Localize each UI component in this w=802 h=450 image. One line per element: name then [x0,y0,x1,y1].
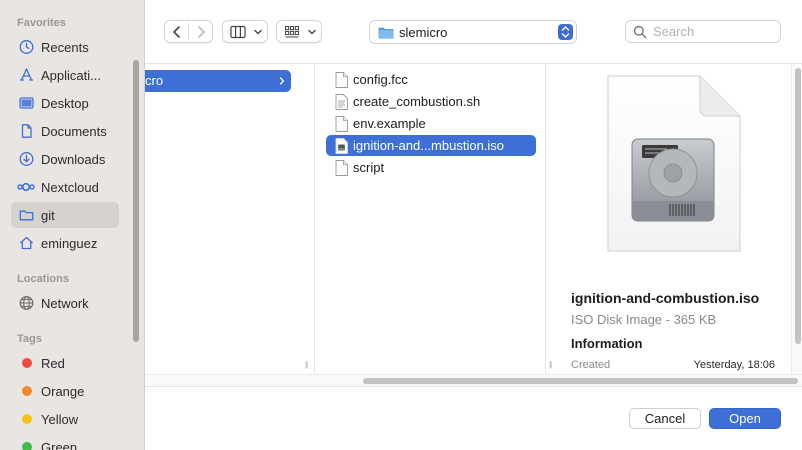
nav-divider [188,23,189,40]
sidebar-item-desktop[interactable]: Desktop [11,90,119,116]
sidebar-item-label: Recents [41,39,89,55]
clock-icon [19,40,34,54]
list-item[interactable]: script [326,157,536,178]
sidebar-item-applications[interactable]: Applicati... [11,62,119,88]
path-stepper[interactable] [558,24,573,40]
nextcloud-icon [17,182,35,192]
tag-dot [22,358,32,368]
scroll-thumb[interactable] [363,378,798,384]
chevron-left-icon[interactable] [171,25,183,39]
sidebar-tag-orange[interactable]: Orange [11,378,119,404]
path-popup[interactable]: slemicro [369,20,577,44]
applications-icon [19,68,34,81]
preview-file-name: ignition-and-combustion.iso [571,290,760,306]
tag-dot [22,414,32,424]
folder-name: cro [145,73,164,88]
disk-image-file-icon [335,138,348,154]
sidebar-item-label: Desktop [41,95,89,111]
toolbar: slemicro [145,0,802,64]
chevron-down-icon [308,29,316,35]
list-item[interactable]: config.fcc [326,69,536,90]
information-heading: Information [571,336,643,351]
file-name: ignition-and...mbustion.iso [353,138,505,153]
cancel-button[interactable]: Cancel [629,408,701,429]
scroll-thumb[interactable] [795,68,801,344]
desktop-icon [19,97,34,109]
sidebar-item-downloads[interactable]: Downloads [11,146,119,172]
sidebar-item-label: Downloads [41,151,106,167]
chevron-down-icon [254,29,262,35]
sidebar-item-label: Orange [41,383,85,399]
sidebar-tag-green[interactable]: Green [11,434,119,450]
folder-icon [378,27,394,39]
path-label: slemicro [399,25,448,40]
sidebar-item-eminguez[interactable]: eminguez [11,230,119,256]
folder-icon [19,210,34,221]
file-icon [335,116,348,132]
columns-view-icon [230,25,246,39]
sidebar-item-git[interactable]: git [11,202,119,228]
file-icon [335,72,348,88]
vertical-scrollbar[interactable] [791,64,802,374]
sidebar-item-nextcloud[interactable]: Nextcloud [11,174,119,200]
horizontal-scrollbar[interactable] [145,374,802,387]
sidebar-item-network[interactable]: Network [11,290,119,316]
up-down-chevrons-icon [561,26,570,38]
globe-icon [19,296,34,310]
sidebar-item-label: Green [41,439,78,450]
sidebar-item-label: eminguez [41,235,98,251]
list-item[interactable]: env.example [326,113,536,134]
sidebar-item-label: Network [41,295,89,311]
search-input[interactable] [653,23,773,40]
created-label: Created [571,359,611,371]
preview-file-kind: ISO Disk Image - 365 KB [571,312,717,327]
sidebar-item-label: Yellow [41,411,79,427]
chevron-right-icon[interactable] [195,25,207,39]
sidebar-item-label: Documents [41,123,107,139]
sidebar: Favorites Recents Applicati... Desktop D… [0,0,145,450]
search-icon [633,25,647,39]
chevron-right-icon [279,77,285,85]
locations-heading: Locations [17,273,69,285]
script-file-icon [335,94,348,110]
sidebar-item-label: git [41,207,55,223]
tags-heading: Tags [17,333,42,345]
file-name: config.fcc [353,72,408,87]
browser-column-2: config.fcc create_combustion.sh env.exam… [316,64,552,374]
sidebar-item-recents[interactable]: Recents [11,34,119,60]
group-button[interactable] [276,20,322,43]
browser-column-1: cro || [145,64,315,374]
sidebar-item-label: Applicati... [41,67,101,83]
search-field[interactable] [625,20,781,43]
selected-folder-row[interactable]: cro [145,70,291,92]
tag-dot [22,442,32,450]
sidebar-item-label: Red [41,355,65,371]
sidebar-tag-yellow[interactable]: Yellow [11,406,119,432]
sidebar-item-label: Nextcloud [41,179,99,195]
file-name: create_combustion.sh [353,94,481,109]
tag-dot [22,386,32,396]
sidebar-tag-red[interactable]: Red [11,350,119,376]
dialog-footer: Cancel Open [145,388,802,450]
disk-image-preview-icon [607,75,741,252]
list-item[interactable]: create_combustion.sh [326,91,536,112]
file-icon [335,160,348,176]
favorites-heading: Favorites [17,17,66,29]
list-item-selected[interactable]: ignition-and...mbustion.iso [326,135,536,156]
nav-buttons [164,20,213,43]
column-resize-handle[interactable]: || [305,360,308,369]
grid-group-icon [285,26,300,38]
column-resize-handle[interactable]: || [549,360,552,369]
home-icon [20,236,33,250]
file-name: script [353,160,385,175]
created-value: Yesterday, 18:06 [693,359,775,371]
preview-pane: ignition-and-combustion.iso ISO Disk Ima… [561,64,791,374]
open-button[interactable]: Open [709,408,781,429]
view-mode-button[interactable] [222,20,268,43]
file-name: env.example [353,116,426,131]
download-icon [19,152,34,166]
document-icon [21,124,32,138]
sidebar-item-documents[interactable]: Documents [11,118,119,144]
sidebar-scrollbar[interactable] [133,60,139,342]
